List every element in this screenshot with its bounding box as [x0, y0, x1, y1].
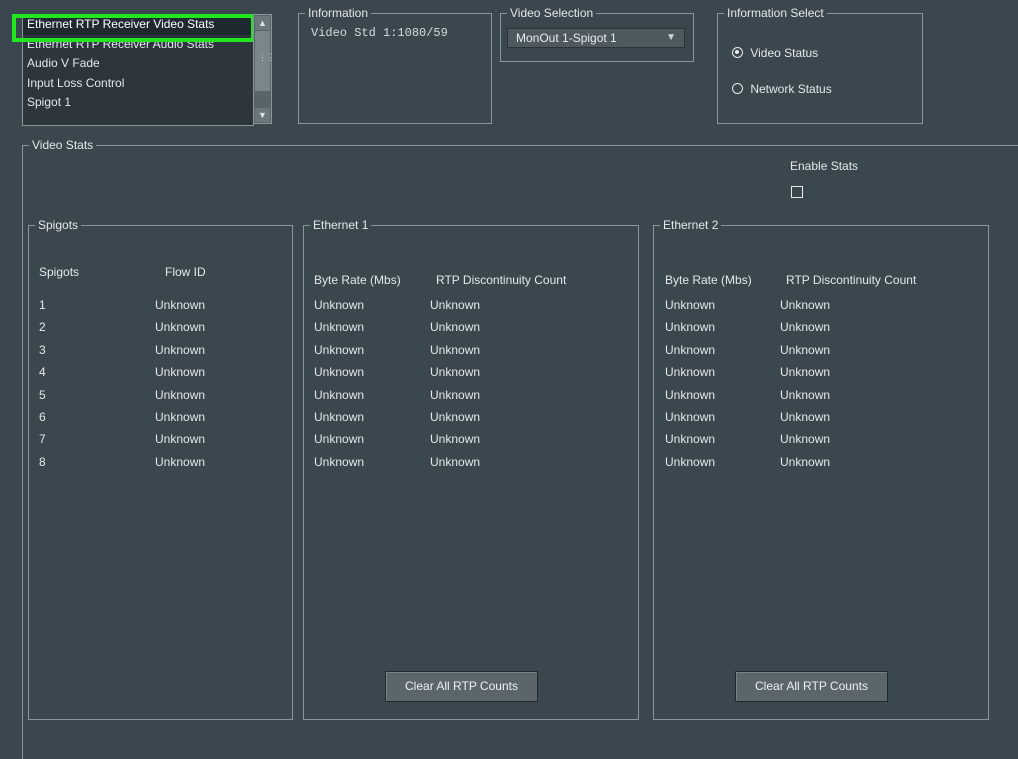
- eth1-row-8-col-1: Unknown: [314, 454, 365, 469]
- spigot-row-7-col-1: 7: [39, 432, 46, 447]
- spigots-header: Spigots: [39, 265, 80, 279]
- eth2-row-8-col-2: Unknown: [780, 454, 831, 469]
- eth2-row-2-col-2: Unknown: [780, 320, 831, 335]
- spigot-row-3-col-2: Unknown: [155, 342, 206, 357]
- eth1-row-6-col-1: Unknown: [314, 410, 365, 424]
- eth2-row-5-col-2: Unknown: [780, 387, 831, 402]
- radio-network-status[interactable]: Network Status: [732, 81, 832, 96]
- spigot-row-5-col-1: 5: [39, 387, 46, 402]
- information-panel: Information Video Std 1:1080/59: [298, 6, 492, 124]
- menu-item-audio-v-fade[interactable]: Audio V Fade: [23, 54, 253, 74]
- menu-item-spigot-1[interactable]: Spigot 1: [23, 93, 253, 113]
- radio-video-status[interactable]: Video Status: [732, 45, 818, 60]
- eth1-row-5-col-2: Unknown: [430, 387, 481, 402]
- eth2-clear-rtp-counts-button[interactable]: Clear All RTP Counts: [735, 671, 888, 702]
- spigot-row-8-col-1: 8: [39, 454, 46, 469]
- eth2-row-7-col-2: Unknown: [780, 432, 831, 447]
- video-selection-legend: Video Selection: [510, 6, 594, 20]
- spigot-row-1-col-2: Unknown: [155, 298, 206, 312]
- spigots-legend: Spigots: [38, 218, 79, 232]
- eth1-row-1-col-2: Unknown: [430, 298, 481, 312]
- scroll-thumb[interactable]: ⋮⋮: [255, 31, 275, 91]
- eth2-row-6-col-2: Unknown: [780, 410, 831, 424]
- spigots-panel: Spigots: [28, 218, 293, 720]
- eth2-row-6-col-1: Unknown: [665, 410, 716, 424]
- eth2-row-4-col-1: Unknown: [665, 365, 716, 380]
- spigot-row-8-col-2: Unknown: [155, 454, 206, 469]
- menu-item-input-loss-control[interactable]: Input Loss Control: [23, 74, 253, 94]
- eth2-row-4-col-2: Unknown: [780, 365, 831, 380]
- radio-video-status-label: Video Status: [750, 45, 819, 60]
- eth1-row-1-col-1: Unknown: [314, 298, 365, 312]
- video-std-value: Video Std 1:1080/59: [311, 26, 448, 40]
- information-legend: Information: [308, 6, 369, 20]
- information-select-legend: Information Select: [727, 6, 824, 20]
- eth1-row-7-col-2: Unknown: [430, 432, 481, 447]
- video-stats-legend: Video Stats: [32, 138, 94, 152]
- chevron-down-icon: ▼: [666, 32, 676, 43]
- spigot-row-6-col-1: 6: [39, 410, 46, 424]
- menu-scrollbar[interactable]: ▲ ⋮⋮ ▼: [253, 14, 275, 124]
- eth2-row-1-col-2: Unknown: [780, 298, 831, 312]
- eth1-row-7-col-1: Unknown: [314, 432, 365, 447]
- eth1-row-8-col-2: Unknown: [430, 454, 481, 469]
- spigot-row-7-col-2: Unknown: [155, 432, 206, 447]
- spigot-row-2-col-1: 2: [39, 320, 46, 335]
- eth2-row-3-col-2: Unknown: [780, 342, 831, 357]
- eth2-row-2-col-1: Unknown: [665, 320, 716, 335]
- spigot-row-4-col-2: Unknown: [155, 365, 206, 380]
- eth1-row-3-col-1: Unknown: [314, 342, 365, 357]
- enable-stats-checkbox[interactable]: [791, 186, 803, 198]
- scroll-up-icon[interactable]: ▲: [255, 16, 270, 30]
- spigot-row-3-col-1: 3: [39, 342, 46, 357]
- video-selection-value: MonOut 1-Spigot 1: [516, 31, 617, 45]
- eth1-clear-rtp-counts-button[interactable]: Clear All RTP Counts: [385, 671, 538, 702]
- eth1-row-5-col-1: Unknown: [314, 387, 365, 402]
- eth2-row-1-col-1: Unknown: [665, 298, 716, 312]
- spigot-row-5-col-2: Unknown: [155, 387, 206, 402]
- ethernet2-legend: Ethernet 2: [663, 218, 719, 232]
- spigot-row-2-col-2: Unknown: [155, 320, 206, 335]
- radio-selected-icon[interactable]: [732, 47, 743, 59]
- eth1-row-6-col-2: Unknown: [430, 410, 481, 424]
- eth2-byte-rate-header: Byte Rate (Mbs): [665, 273, 752, 287]
- eth2-row-7-col-1: Unknown: [665, 432, 716, 447]
- video-selection-dropdown[interactable]: MonOut 1-Spigot 1 ▼: [507, 28, 685, 48]
- enable-stats-label: Enable Stats: [790, 159, 859, 173]
- eth1-row-4-col-2: Unknown: [430, 365, 481, 380]
- eth1-row-3-col-2: Unknown: [430, 342, 481, 357]
- eth2-row-8-col-1: Unknown: [665, 454, 716, 469]
- eth1-byte-rate-header: Byte Rate (Mbs): [314, 273, 401, 287]
- eth2-row-5-col-1: Unknown: [665, 387, 716, 402]
- spigot-row-1-col-1: 1: [39, 298, 46, 312]
- information-select-panel: Information Select: [717, 6, 923, 124]
- eth2-row-3-col-1: Unknown: [665, 342, 716, 357]
- grip-icon: ⋮⋮: [258, 52, 275, 62]
- radio-network-status-label: Network Status: [750, 81, 832, 96]
- selection-highlight: [12, 14, 255, 42]
- eth1-rtp-discontinuity-header: RTP Discontinuity Count: [436, 273, 567, 287]
- eth1-row-2-col-1: Unknown: [314, 320, 365, 335]
- ethernet1-legend: Ethernet 1: [313, 218, 369, 232]
- eth2-rtp-discontinuity-header: RTP Discontinuity Count: [786, 273, 917, 287]
- radio-unselected-icon[interactable]: [732, 83, 743, 95]
- scroll-down-icon[interactable]: ▼: [255, 108, 270, 122]
- ethernet2-panel: Ethernet 2: [653, 218, 989, 720]
- spigot-row-6-col-2: Unknown: [155, 410, 206, 424]
- spigot-row-4-col-1: 4: [39, 365, 46, 380]
- flow-id-header: Flow ID: [165, 265, 206, 279]
- ethernet1-panel: Ethernet 1: [303, 218, 639, 720]
- eth1-row-2-col-2: Unknown: [430, 320, 481, 335]
- eth1-row-4-col-1: Unknown: [314, 365, 365, 380]
